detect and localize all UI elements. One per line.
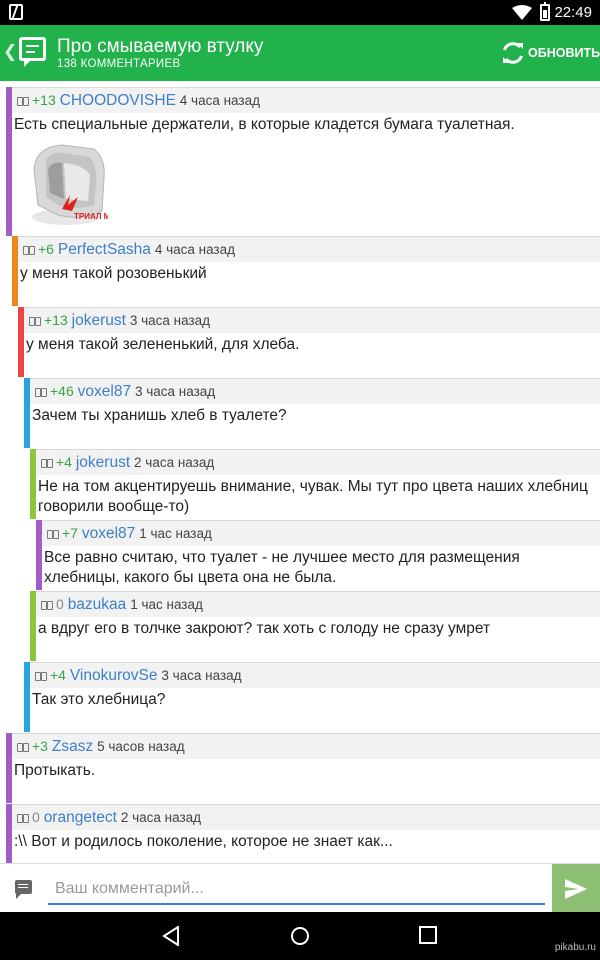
comment-text: Все равно считаю, что туалет - не лучшее… <box>44 549 520 586</box>
refresh-label: ОБНОВИТЬ <box>528 46 600 60</box>
comment-time: 5 часов назад <box>97 739 185 754</box>
comment-text: а вдруг его в толчке закроют? так хоть с… <box>38 620 491 637</box>
comment-time: 4 часа назад <box>179 93 260 108</box>
comment: +13 jokerust 3 часа назад у меня такой з… <box>0 307 600 377</box>
comment-text: :\\ Вот и родилось поколение, которое не… <box>14 833 393 850</box>
comment-time: 2 часа назад <box>134 455 215 470</box>
back-chevron-icon[interactable]: ❮ <box>3 42 17 62</box>
user-icon <box>41 459 53 468</box>
refresh-button[interactable]: ОБНОВИТЬ <box>498 39 600 69</box>
comment: +6 PerfectSasha 4 часа назад у меня тако… <box>0 236 600 306</box>
comment-icon <box>15 880 32 899</box>
wifi-icon <box>512 5 532 20</box>
comment-author[interactable]: jokerust <box>72 312 126 329</box>
comment-header: +3 Zsasz 5 часов назад <box>12 733 600 759</box>
user-icon <box>17 814 29 823</box>
comment: +3 Zsasz 5 часов назад Протыкать. <box>0 733 600 803</box>
system-nav-bar: pikabu.ru <box>0 912 600 960</box>
comment-header: +46 voxel87 3 часа назад <box>30 378 600 404</box>
comment-header: 0 orangetect 2 часа назад <box>12 804 600 830</box>
notification-icon <box>9 4 23 20</box>
comment-time: 3 часа назад <box>161 668 242 683</box>
comment-author[interactable]: CHOODOVISHE <box>60 92 176 109</box>
watermark: pikabu.ru <box>554 942 596 953</box>
comment-header: 0 bazukaa 1 час назад <box>36 591 600 617</box>
comment-time: 1 час назад <box>139 526 212 541</box>
user-icon <box>41 601 53 610</box>
comment-text: Есть специальные держатели, в которые кл… <box>14 116 515 133</box>
comment: +46 voxel87 3 часа назад Зачем ты храниш… <box>0 378 600 448</box>
comment-header: +4 VinokurovSe 3 часа назад <box>30 662 600 688</box>
clock: 22:49 <box>554 4 592 21</box>
comment-author[interactable]: Zsasz <box>52 738 93 755</box>
comment-time: 1 час назад <box>130 597 203 612</box>
post-title: Про смываемую втулку <box>57 36 264 57</box>
comment-author[interactable]: voxel87 <box>82 525 135 542</box>
comment-list[interactable]: +13 CHOODOVISHE 4 часа назад Есть специа… <box>0 81 600 863</box>
user-icon <box>17 743 29 752</box>
comment-time: 2 часа назад <box>120 810 202 825</box>
status-bar: 22:49 <box>0 0 600 25</box>
comment-count: 138 КОММЕНТАРИЕВ <box>57 58 181 70</box>
comment-author[interactable]: bazukaa <box>68 596 127 613</box>
comment-rating[interactable]: 0 <box>32 809 40 825</box>
user-icon <box>35 672 47 681</box>
comment: +7 voxel87 1 час назад Все равно считаю,… <box>0 520 600 590</box>
refresh-icon <box>503 42 523 64</box>
comment-text: Протыкать. <box>14 762 96 779</box>
home-icon[interactable] <box>290 926 310 946</box>
user-icon <box>17 97 29 106</box>
user-icon <box>47 530 59 539</box>
comment-header: +7 voxel87 1 час назад <box>42 520 600 546</box>
comment-time: 4 часа назад <box>154 242 236 257</box>
comment-rating[interactable]: +46 <box>50 383 74 399</box>
comment-header: +13 CHOODOVISHE 4 часа назад <box>12 87 600 113</box>
comment-header: +13 jokerust 3 часа назад <box>24 307 600 333</box>
comment-rating[interactable]: +13 <box>44 312 68 328</box>
user-icon <box>23 246 35 255</box>
comment-author[interactable]: orangetect <box>44 809 117 826</box>
comment-author[interactable]: PerfectSasha <box>58 241 151 258</box>
comment: 0 orangetect 2 часа назад :\\ Вот и роди… <box>0 804 600 863</box>
comment-author[interactable]: voxel87 <box>78 383 131 400</box>
comment-header: +4 jokerust 2 часа назад <box>36 449 600 475</box>
comment-input[interactable] <box>48 874 545 905</box>
image-watermark: ТРИАЛ МАРКЕТ <box>74 212 108 221</box>
comment-author[interactable]: jokerust <box>76 454 130 471</box>
comment-time: 3 часа назад <box>129 313 211 328</box>
comment-text: у меня такой розовенький <box>20 265 207 282</box>
comment-rating[interactable]: +6 <box>38 241 54 257</box>
comment-text: Не на том акцентируешь внимание, чувак. … <box>38 478 588 515</box>
send-icon <box>565 879 587 899</box>
comment-rating[interactable]: +7 <box>62 525 78 541</box>
user-icon <box>29 317 41 326</box>
comment-rating[interactable]: +4 <box>50 667 66 683</box>
comment-header: +6 PerfectSasha 4 часа назад <box>18 236 600 262</box>
comment-image[interactable]: ТРИАЛ МАРКЕТ <box>24 139 108 231</box>
battery-icon <box>540 2 550 21</box>
comments-icon[interactable] <box>19 37 46 67</box>
comment-compose-bar <box>0 863 600 913</box>
recents-icon[interactable] <box>419 926 437 944</box>
user-icon <box>35 388 47 397</box>
comment-time: 3 часа назад <box>134 384 216 399</box>
comment-text: Зачем ты хранишь хлеб в туалете? <box>32 407 287 424</box>
comment-text: у меня такой зелененький, для хлеба. <box>26 336 300 353</box>
back-icon[interactable] <box>162 926 182 946</box>
comment-rating[interactable]: 0 <box>56 596 64 612</box>
comment-rating[interactable]: +13 <box>32 92 56 108</box>
comment: 0 bazukaa 1 час назад а вдруг его в толч… <box>0 591 600 661</box>
comment-rating[interactable]: +3 <box>32 738 48 754</box>
comment: +4 VinokurovSe 3 часа назад Так это хлеб… <box>0 662 600 732</box>
comment-author[interactable]: VinokurovSe <box>70 667 158 684</box>
comment-text: Так это хлебница? <box>32 691 166 708</box>
comment: +4 jokerust 2 часа назад Не на том акцен… <box>0 449 600 519</box>
send-button[interactable] <box>552 864 600 913</box>
comment-rating[interactable]: +4 <box>56 454 72 470</box>
app-bar: ❮ Про смываемую втулку 138 КОММЕНТАРИЕВ … <box>0 25 600 81</box>
